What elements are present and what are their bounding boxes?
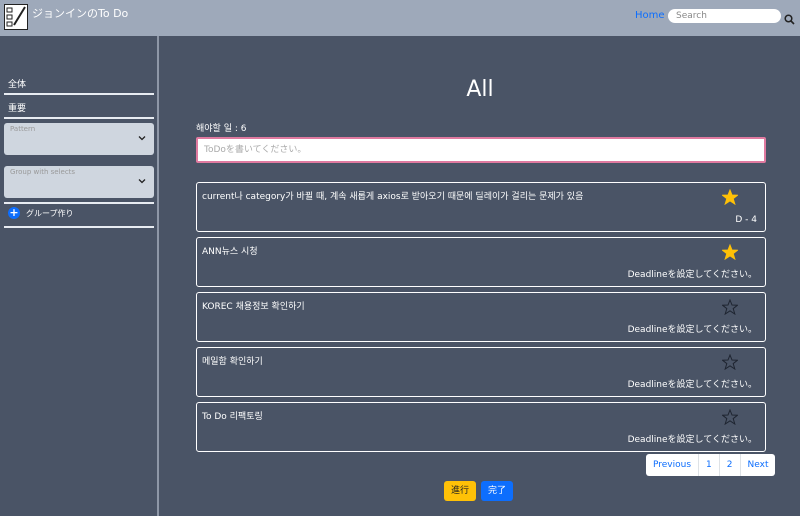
todo-item[interactable]: KOREC 채용정보 확인하기 Deadlineを設定してください。 [196, 292, 766, 342]
logo-icon [4, 4, 28, 30]
group-select-label: Group with selects [10, 168, 76, 176]
plus-icon: + [8, 206, 20, 219]
pagination-page-2[interactable]: 2 [718, 454, 740, 476]
todo-deadline: Deadlineを設定してください。 [627, 325, 757, 335]
todo-deadline: Deadlineを設定してください。 [627, 270, 757, 280]
home-link[interactable]: Home [635, 10, 665, 21]
create-group-button[interactable]: + グループ作り [8, 207, 74, 219]
todo-count: 해야할 일 : 6 [196, 124, 247, 134]
todo-text: To Do 리팩토링 [202, 412, 263, 422]
todo-deadline: Deadlineを設定してください。 [627, 380, 757, 390]
brand-title: ジョンインのTo Do [32, 7, 129, 20]
chevron-down-icon [138, 179, 146, 184]
star-outline-icon[interactable] [722, 299, 738, 315]
star-outline-icon[interactable] [722, 354, 738, 370]
todo-text: ANN뉴스 시청 [202, 247, 258, 257]
todo-deadline: Deadlineを設定してください。 [627, 435, 757, 445]
pagination-previous[interactable]: Previous [646, 454, 698, 476]
group-select[interactable]: Group with selects [4, 166, 154, 198]
todo-item[interactable]: ANN뉴스 시청 Deadlineを設定してください。 [196, 237, 766, 287]
done-button[interactable]: 完了 [481, 481, 513, 501]
search-input[interactable] [668, 9, 781, 23]
pagination-next[interactable]: Next [739, 454, 776, 476]
star-filled-icon[interactable] [722, 244, 738, 260]
pagination: Previous 1 2 Next [646, 454, 776, 476]
create-group-label: グループ作り [26, 208, 74, 218]
page-title: All [466, 77, 494, 102]
todo-text: current나 category가 바뀔 때, 계속 새롭게 axios로 받… [202, 192, 584, 202]
sidebar-item-important[interactable]: 重要 [4, 101, 154, 114]
sidebar-divider [4, 226, 154, 228]
todo-text: KOREC 채용정보 확인하기 [202, 302, 305, 312]
pattern-select[interactable]: Pattern [4, 123, 154, 155]
todo-input[interactable] [196, 137, 766, 163]
chevron-down-icon [138, 136, 146, 141]
star-outline-icon[interactable] [722, 409, 738, 425]
pagination-page-1[interactable]: 1 [698, 454, 719, 476]
search-icon[interactable] [784, 10, 795, 25]
todo-text: 메일함 확인하기 [202, 357, 263, 367]
navbar: ジョンインのTo Do Home [0, 0, 800, 36]
sidebar-divider [4, 117, 154, 119]
sidebar-item-all[interactable]: 全体 [4, 77, 154, 90]
todo-deadline: D - 4 [735, 215, 757, 225]
sidebar: 全体 重要 Pattern Group with selects + グループ作… [0, 36, 159, 516]
todo-item[interactable]: To Do 리팩토링 Deadlineを設定してください。 [196, 402, 766, 452]
sidebar-divider [4, 202, 154, 204]
progress-button[interactable]: 進行 [444, 481, 476, 501]
sidebar-divider [4, 93, 154, 95]
pattern-select-label: Pattern [10, 125, 36, 133]
star-filled-icon[interactable] [722, 189, 738, 205]
todo-item[interactable]: 메일함 확인하기 Deadlineを設定してください。 [196, 347, 766, 397]
todo-item[interactable]: current나 category가 바뀔 때, 계속 새롭게 axios로 받… [196, 182, 766, 232]
